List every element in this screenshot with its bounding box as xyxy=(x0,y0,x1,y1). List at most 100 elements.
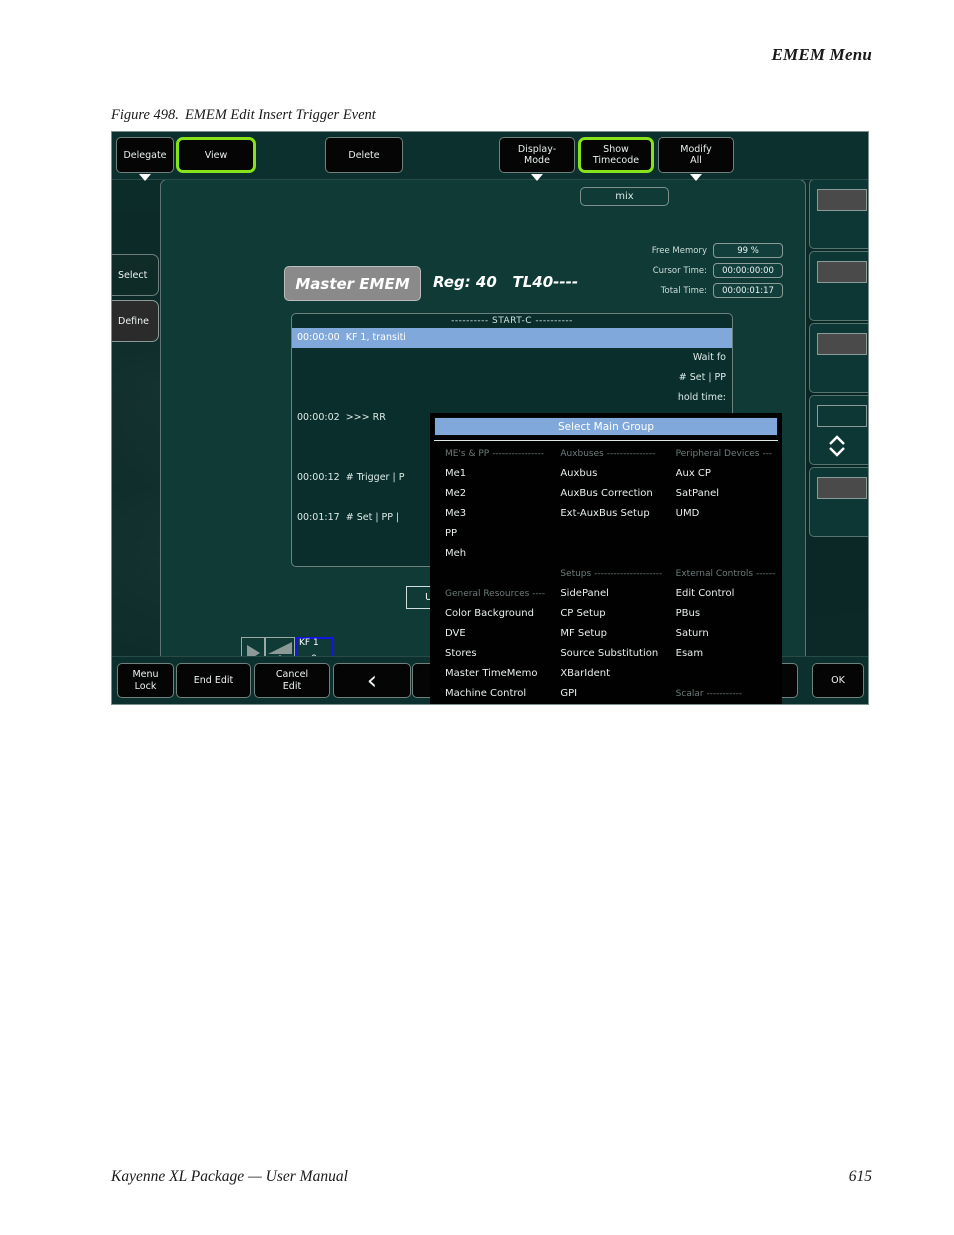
popup-menu-item[interactable]: Aux CP xyxy=(676,464,781,484)
popup-menu-item[interactable]: DVE xyxy=(445,624,550,644)
right-rail xyxy=(806,179,868,657)
bottombar-button-ok[interactable]: OK xyxy=(812,663,864,698)
popup-menu-item[interactable]: Meh xyxy=(445,544,550,564)
popup-menu-item[interactable]: Color Background xyxy=(445,604,550,624)
status-row-cursor-time: Cursor Time: 00:00:00:00 xyxy=(623,262,783,279)
sidebar-item-label: Select xyxy=(118,269,148,281)
popup-menu-item[interactable]: CP Setup xyxy=(560,604,665,624)
right-rail-button-5[interactable] xyxy=(809,467,868,537)
ramp-triangle-icon xyxy=(268,642,292,654)
topbar-button-modify-all[interactable]: Modify All xyxy=(658,137,734,181)
chevron-down-icon xyxy=(531,174,543,181)
popup-menu-item[interactable]: Video Input xyxy=(445,704,550,705)
right-rail-button-3[interactable] xyxy=(809,323,868,393)
popup-columns: ME's & PP ---------------- Me1 Me2 Me3 PP Meh… xyxy=(431,444,781,705)
topbar-button-label-line2: All xyxy=(690,155,702,166)
popup-menu-item[interactable]: AuxBus Correction xyxy=(560,484,665,504)
topbar-button-label-line1: Display- xyxy=(517,144,557,155)
right-rail-swatch xyxy=(817,333,867,355)
topbar-button-delete[interactable]: Delete xyxy=(325,137,403,173)
topbar-button-label-line1: Show xyxy=(603,144,629,155)
right-rail-swatch xyxy=(817,405,867,427)
popup-menu-item[interactable]: Stores xyxy=(445,644,550,664)
bottombar-button-label-line1: Cancel xyxy=(275,669,309,680)
bottombar-button-end-edit[interactable]: End Edit xyxy=(176,663,251,698)
popup-menu-item[interactable]: GPI xyxy=(560,684,665,704)
bottombar-button-label-line1: Menu xyxy=(132,669,159,680)
status-value: 00:00:00:00 xyxy=(713,263,783,278)
popup-menu-item[interactable]: XBarIdent xyxy=(560,664,665,684)
bottombar-button-cancel-edit[interactable]: Cancel Edit xyxy=(254,663,330,698)
footer-title: Kayenne XL Package — User Manual xyxy=(111,1168,348,1185)
master-emem-button[interactable]: Master EMEM xyxy=(284,266,421,301)
popup-menu-item[interactable]: Ext-AuxBus Setup xyxy=(560,504,665,524)
topbar-button-delegate[interactable]: Delegate xyxy=(116,137,174,181)
popup-menu-item[interactable]: PP xyxy=(445,524,550,544)
chevron-down-icon xyxy=(690,174,702,181)
topbar-button-label: Delete xyxy=(348,149,380,161)
select-main-group-popup: Select Main Group ME's & PP ------------… xyxy=(430,413,782,705)
topbar-button-display-mode[interactable]: Display- Mode xyxy=(499,137,575,181)
status-label: Cursor Time: xyxy=(652,265,707,276)
popup-column-2: Auxbuses --------------- Auxbus AuxBus Cor… xyxy=(550,444,665,705)
right-rail-button-2[interactable] xyxy=(809,251,868,321)
mix-tab[interactable]: mix xyxy=(580,187,669,206)
popup-group-header: Auxbuses --------------- xyxy=(560,449,656,459)
popup-menu-item[interactable]: MF Setup xyxy=(560,624,665,644)
top-button-bar: Delegate View Delete Display- Mode Show Timeco… xyxy=(112,132,868,181)
popup-menu-item[interactable]: Input Scalars xyxy=(676,704,781,705)
status-row-free-memory: Free Memory 99 % xyxy=(623,242,783,259)
popup-column-1: ME's & PP ---------------- Me1 Me2 Me3 PP Meh… xyxy=(431,444,550,705)
timeline-row[interactable]: # Set | PP xyxy=(292,368,732,388)
bottombar-button-label-line2: Edit xyxy=(282,680,302,692)
popup-menu-item[interactable]: Esam xyxy=(676,644,781,664)
timeline-row-text: >>> RR xyxy=(345,412,386,423)
timeline-row-time: 00:00:02 xyxy=(297,412,346,423)
left-rail: Select Define xyxy=(112,179,160,657)
popup-menu-item[interactable]: Edit Control xyxy=(676,584,781,604)
timeline-row-time: 00:00:12 xyxy=(297,472,346,483)
popup-menu-item[interactable]: Me2 xyxy=(445,484,550,504)
bottombar-button-menu-lock[interactable]: Menu Lock xyxy=(117,663,174,698)
popup-spacer xyxy=(560,524,665,544)
device-screenshot: Delegate View Delete Display- Mode Show Timeco… xyxy=(111,131,869,705)
popup-menu-item[interactable]: Machine Control xyxy=(445,684,550,704)
timeline-row-text: # Trigger | P xyxy=(345,472,405,483)
bottombar-button-prev-arrow[interactable]: ‹ xyxy=(333,663,411,698)
topbar-button-label: Delegate xyxy=(123,149,167,161)
popup-menu-item[interactable]: UMD xyxy=(676,504,781,524)
bottombar-button-label-line1: OK xyxy=(831,674,845,686)
timeline-row[interactable]: hold time: xyxy=(292,388,732,408)
popup-menu-item[interactable]: GPO xyxy=(560,704,665,705)
popup-spacer xyxy=(676,544,781,564)
right-rail-button-4[interactable] xyxy=(809,395,868,465)
popup-group-header: Scalar ----------- xyxy=(675,689,743,699)
chevron-down-icon xyxy=(139,174,151,181)
popup-menu-item[interactable]: Auxbus xyxy=(560,464,665,484)
popup-menu-item[interactable]: Master TimeMemo xyxy=(445,664,550,684)
sidebar-item-define[interactable]: Define xyxy=(112,300,159,342)
topbar-button-view[interactable]: View xyxy=(176,137,256,173)
timeline-row[interactable]: Wait fo xyxy=(292,348,732,368)
popup-menu-item[interactable]: SatPanel xyxy=(676,484,781,504)
topbar-button-label-line2: Mode xyxy=(524,155,550,166)
topbar-button-show-timecode[interactable]: Show Timecode xyxy=(578,137,654,173)
popup-spacer xyxy=(560,544,665,564)
running-head: EMEM Menu xyxy=(771,45,872,64)
popup-menu-item[interactable]: PBus xyxy=(676,604,781,624)
status-row-total-time: Total Time: 00:00:01:17 xyxy=(623,282,783,299)
popup-menu-item[interactable]: Me3 xyxy=(445,504,550,524)
right-rail-button-1[interactable] xyxy=(809,179,868,249)
sidebar-item-select[interactable]: Select xyxy=(112,254,159,296)
status-value: 00:00:01:17 xyxy=(713,283,783,298)
status-label: Free Memory xyxy=(651,245,707,256)
bottombar-button-label-line1: End Edit xyxy=(193,674,234,686)
status-label: Total Time: xyxy=(660,285,707,296)
figure-number: Figure 498. xyxy=(111,107,179,123)
timeline-row[interactable]: 00:00:00 KF 1, transiti xyxy=(292,328,732,348)
topbar-button-label-line1: Modify xyxy=(680,144,712,155)
popup-menu-item[interactable]: Source Substitution xyxy=(560,644,665,664)
popup-menu-item[interactable]: SidePanel xyxy=(560,584,665,604)
popup-menu-item[interactable]: Saturn xyxy=(676,624,781,644)
popup-menu-item[interactable]: Me1 xyxy=(445,464,550,484)
